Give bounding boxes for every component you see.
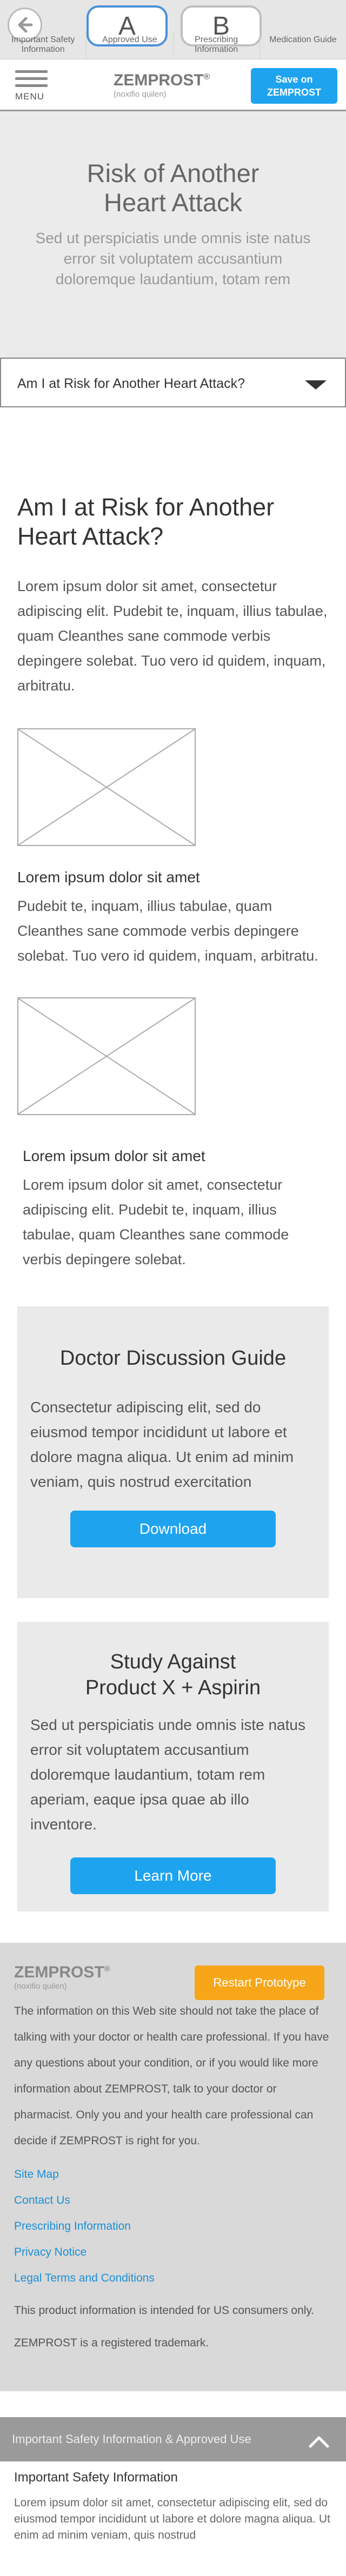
chevron-up-icon	[309, 2436, 329, 2448]
discussion-guide-text: Consectetur adipiscing elit, sed do eius…	[30, 1399, 294, 1490]
logo[interactable]: ZEMPROST®	[114, 71, 210, 90]
study-card: Study Against Product X + Aspirin Sed ut…	[17, 1622, 329, 1911]
save-line-1: Save on	[275, 74, 313, 85]
learn-more-button[interactable]: Learn More	[70, 1857, 276, 1894]
site-header: MENU ZEMPROST® (noxifio quilen) Save on …	[0, 59, 346, 111]
study-title: Study Against Product X + Aspirin	[85, 1651, 261, 1699]
main-heading: Am I at Risk for Another Heart Attack?	[17, 493, 275, 550]
registered-mark: ®	[203, 72, 210, 82]
section-1-title: Lorem ipsum dolor sit amet	[17, 869, 200, 886]
jump-select-value: Am I at Risk for Another Heart Attack?	[17, 376, 245, 391]
section-2-text: Lorem ipsum dolor sit amet, consectetur …	[23, 1177, 289, 1267]
intro-text: Lorem ipsum dolor sit amet, consectetur …	[17, 578, 328, 694]
save-on-button[interactable]: Save on ZEMPROST	[251, 68, 337, 104]
hero: Risk of Another Heart Attack Sed ut pers…	[0, 111, 346, 358]
tab-approved-use[interactable]: Approved Use	[86, 32, 174, 59]
discussion-guide-title: Doctor Discussion Guide	[59, 1347, 287, 1370]
tab-important-safety-information[interactable]: Important Safety Information	[0, 32, 87, 59]
menu-label: MENU	[15, 91, 45, 102]
image-placeholder-icon	[18, 998, 195, 1115]
footer-link-prescribing-information[interactable]: Prescribing Information	[14, 2213, 332, 2239]
hamburger-icon	[15, 70, 48, 87]
page: A B Important Safety Information Approve…	[0, 0, 346, 2576]
logo-generic-name: (noxifio quilen)	[114, 90, 167, 99]
footer-trademark: ZEMPROST is a registered trademark.	[14, 2337, 209, 2349]
save-line-2: ZEMPROST	[267, 87, 321, 98]
chevron-down-icon	[305, 380, 327, 390]
image-placeholder-2	[17, 997, 196, 1115]
page-title: Risk of Another Heart Attack	[86, 159, 260, 217]
prototype-tabs: Important Safety Information Approved Us…	[0, 32, 346, 59]
footer-link-legal-terms[interactable]: Legal Terms and Conditions	[14, 2265, 332, 2291]
tab-prescribing-information[interactable]: Prescribing Information	[174, 32, 260, 59]
footer-logo-text: ZEMPROST	[14, 1963, 104, 1981]
isi-heading: Important Safety Information	[14, 2470, 178, 2485]
image-placeholder-icon	[18, 729, 195, 846]
footer-link-site-map[interactable]: Site Map	[14, 2162, 332, 2188]
logo-text: ZEMPROST	[114, 71, 204, 89]
discussion-guide-card: Doctor Discussion Guide Consectetur adip…	[17, 1306, 329, 1598]
image-placeholder-1	[17, 728, 196, 846]
section-jump-select[interactable]: Am I at Risk for Another Heart Attack?	[0, 358, 346, 407]
footer-us-note: This product information is intended for…	[14, 2304, 315, 2317]
isi-bar-label: Important Safety Information & Approved …	[12, 2432, 251, 2446]
footer-disclaimer: The information on this Web site should …	[14, 2005, 329, 2147]
section-1-text: Pudebit te, inquam, illius tabulae, quam…	[17, 898, 318, 964]
footer-links: Site Map Contact Us Prescribing Informat…	[14, 2162, 332, 2291]
isi-text: Lorem ipsum dolor sit amet, consectetur …	[14, 2497, 330, 2541]
isi-panel: Important Safety Information Lorem ipsum…	[0, 2461, 346, 2544]
download-button[interactable]: Download	[70, 1511, 276, 1547]
footer-registered-mark: ®	[104, 1964, 110, 1974]
prototype-nav: A B Important Safety Information Approve…	[0, 0, 346, 59]
restart-prototype-button[interactable]: Restart Prototype	[195, 1965, 324, 2000]
tab-medication-guide[interactable]: Medication Guide	[260, 32, 346, 59]
footer: ZEMPROST® (noxifio quilen) Restart Proto…	[0, 1943, 346, 2391]
main-content: Am I at Risk for Another Heart Attack? L…	[0, 493, 346, 1272]
section-2-title: Lorem ipsum dolor sit amet	[23, 1148, 205, 1164]
footer-link-contact-us[interactable]: Contact Us	[14, 2188, 332, 2213]
study-text: Sed ut perspiciatis unde omnis iste natu…	[30, 1716, 305, 1833]
hero-subtitle: Sed ut perspiciatis unde omnis iste natu…	[35, 230, 311, 287]
isi-toggle-bar[interactable]: Important Safety Information & Approved …	[0, 2417, 346, 2461]
footer-link-privacy-notice[interactable]: Privacy Notice	[14, 2239, 332, 2265]
menu-button[interactable]: MENU	[15, 70, 48, 102]
